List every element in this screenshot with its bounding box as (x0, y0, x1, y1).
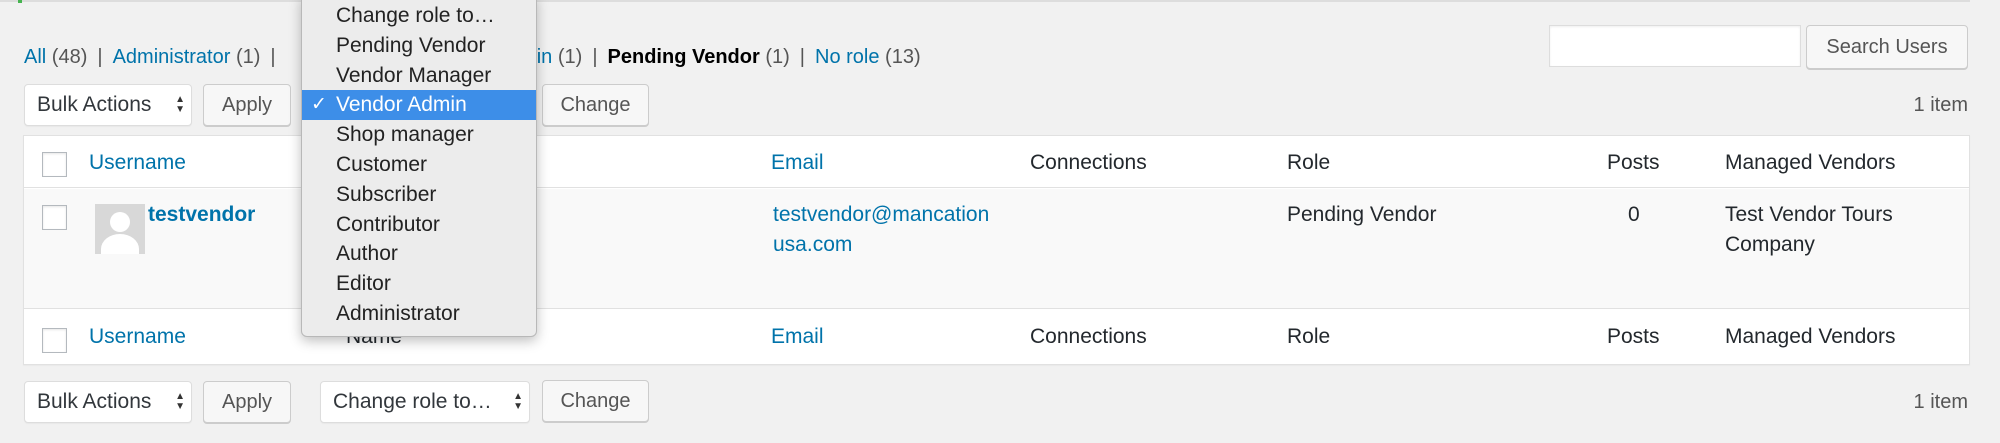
role-option-label: Pending Vendor (336, 33, 486, 57)
footer-column-posts: Posts (1607, 325, 1660, 348)
column-connections: Connections (1030, 151, 1147, 174)
filter-separator: | (592, 46, 598, 68)
change-role-select-bottom[interactable]: Change role to… ▲ ▼ (320, 381, 530, 423)
row-email-line2[interactable]: usa.com (773, 233, 852, 257)
filter-separator: | (270, 46, 276, 68)
apply-button-top[interactable]: Apply (203, 84, 291, 126)
item-count-bottom: 1 item (1913, 391, 1968, 413)
row-email-line1[interactable]: testvendor@mancation (773, 203, 989, 227)
item-count-top: 1 item (1913, 94, 1968, 116)
role-option[interactable]: ✓ Vendor Admin (302, 90, 536, 121)
role-option-label: Vendor Manager (336, 63, 492, 87)
bulk-actions-select-bottom[interactable]: Bulk Actions ▲ ▼ (24, 381, 192, 423)
footer-column-username[interactable]: Username (89, 325, 186, 349)
filter-pending-vendor[interactable]: Pending Vendor (1) (608, 46, 790, 69)
role-option[interactable]: Customer (302, 150, 536, 180)
role-option-label: Subscriber (336, 182, 437, 206)
row-username[interactable]: testvendor (148, 203, 255, 227)
avatar-body-icon (101, 234, 139, 254)
filter-administrator-label[interactable]: Administrator (113, 46, 231, 68)
search-users-button[interactable]: Search Users (1806, 25, 1968, 69)
filter-no-role-count: (13) (885, 46, 921, 68)
role-option-label: Shop manager (336, 123, 474, 147)
role-option-label: Vendor Admin (336, 93, 467, 117)
role-option[interactable]: Administrator (302, 299, 536, 329)
select-all-checkbox-footer[interactable] (42, 328, 67, 353)
role-option-label: Author (336, 242, 398, 266)
row-posts: 0 (1628, 203, 1640, 226)
column-role: Role (1287, 151, 1331, 174)
filter-separator: | (97, 46, 103, 68)
avatar-head-icon (110, 212, 130, 232)
select-arrows-icon: ▲ ▼ (513, 391, 523, 412)
row-managed-vendors-line1: Test Vendor Tours (1725, 203, 1893, 226)
filter-no-role-label[interactable]: No role (815, 46, 879, 68)
filter-vendor-admin-count: (1) (557, 46, 583, 68)
role-option-label: Contributor (336, 212, 440, 236)
avatar (95, 204, 145, 254)
role-option[interactable]: Vendor Manager (302, 61, 536, 91)
bulk-actions-label: Bulk Actions (37, 93, 152, 116)
role-option[interactable]: Pending Vendor (302, 31, 536, 61)
bulk-actions-label: Bulk Actions (37, 390, 152, 413)
select-arrows-icon: ▲ ▼ (175, 94, 185, 115)
filter-all-count: (48) (51, 46, 88, 68)
role-option[interactable]: Change role to… (302, 1, 536, 31)
change-role-button-bottom[interactable]: Change (542, 380, 649, 422)
filter-administrator-count: (1) (235, 46, 261, 68)
filter-all-label[interactable]: All (24, 46, 46, 68)
select-all-checkbox[interactable] (42, 152, 67, 177)
row-checkbox[interactable] (42, 205, 67, 230)
role-option[interactable]: Subscriber (302, 180, 536, 210)
filter-administrator[interactable]: Administrator (1) (113, 46, 261, 69)
role-option[interactable]: Shop manager (302, 120, 536, 150)
footer-column-connections: Connections (1030, 325, 1147, 348)
filter-all[interactable]: All (48) (24, 46, 87, 69)
filter-separator: | (799, 46, 805, 68)
role-option-label: Administrator (336, 301, 460, 325)
column-posts: Posts (1607, 151, 1660, 174)
role-option-label: Customer (336, 152, 428, 176)
filter-pending-vendor-count: (1) (765, 46, 790, 68)
footer-column-managed-vendors: Managed Vendors (1725, 325, 1896, 348)
column-username[interactable]: Username (89, 151, 186, 175)
row-managed-vendors-line2: Company (1725, 233, 1815, 256)
column-email[interactable]: Email (771, 151, 824, 175)
search-input[interactable] (1549, 25, 1801, 67)
change-role-dropdown-menu[interactable]: Change role to… Pending Vendor Vendor Mana… (301, 0, 537, 337)
bulk-actions-select-top[interactable]: Bulk Actions ▲ ▼ (24, 84, 192, 126)
change-role-button-top[interactable]: Change (542, 84, 649, 126)
change-role-label: Change role to… (333, 390, 492, 413)
footer-column-email[interactable]: Email (771, 325, 824, 349)
role-option-label: Editor (336, 272, 391, 296)
status-indicator (18, 0, 22, 3)
filter-no-role[interactable]: No role (13) (815, 46, 921, 69)
role-option[interactable]: Editor (302, 269, 536, 299)
role-option-label: Change role to… (336, 4, 495, 27)
apply-button-bottom[interactable]: Apply (203, 381, 291, 423)
checkmark-icon: ✓ (311, 94, 327, 116)
footer-column-role: Role (1287, 325, 1331, 348)
role-option[interactable]: Author (302, 239, 536, 269)
column-managed-vendors: Managed Vendors (1725, 151, 1896, 174)
select-arrows-icon: ▲ ▼ (175, 391, 185, 412)
top-divider (0, 0, 1970, 3)
filter-pending-vendor-label[interactable]: Pending Vendor (608, 46, 760, 68)
row-role: Pending Vendor (1287, 203, 1437, 226)
role-option[interactable]: Contributor (302, 210, 536, 240)
